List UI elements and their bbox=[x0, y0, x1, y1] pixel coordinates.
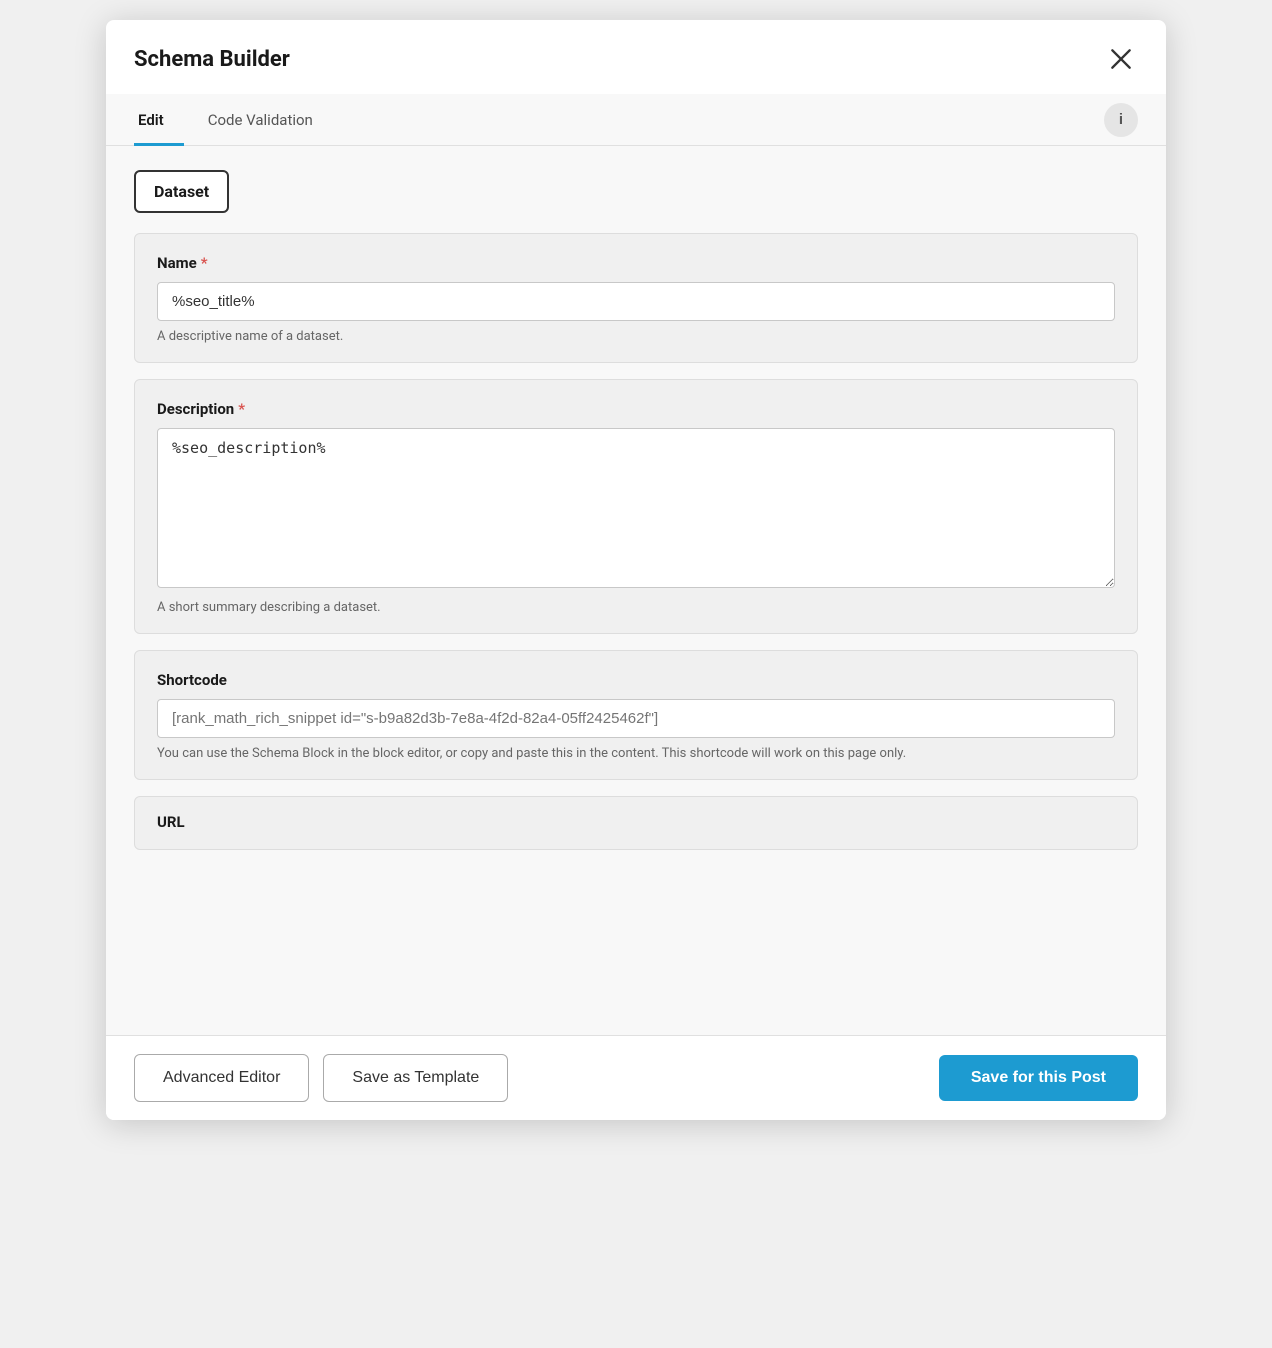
description-label: Description* bbox=[157, 400, 1115, 418]
url-label: URL bbox=[157, 813, 1115, 831]
save-template-button[interactable]: Save as Template bbox=[323, 1054, 508, 1102]
shortcode-label: Shortcode bbox=[157, 671, 1115, 689]
name-label: Name* bbox=[157, 254, 1115, 272]
modal-body: Dataset Name* A descriptive name of a da… bbox=[106, 146, 1166, 1035]
tabs-list: Edit Code Validation bbox=[134, 94, 353, 145]
name-field-card: Name* A descriptive name of a dataset. bbox=[134, 233, 1138, 363]
name-input[interactable] bbox=[157, 282, 1115, 321]
advanced-editor-button[interactable]: Advanced Editor bbox=[134, 1054, 309, 1102]
description-required-star: * bbox=[238, 400, 245, 418]
schema-builder-modal: Schema Builder Edit Code Validation i Da… bbox=[106, 20, 1166, 1120]
modal-title: Schema Builder bbox=[134, 47, 290, 72]
info-icon: i bbox=[1119, 111, 1123, 128]
dataset-selector[interactable]: Dataset bbox=[134, 170, 229, 213]
description-textarea[interactable] bbox=[157, 428, 1115, 588]
shortcode-field-card: Shortcode You can use the Schema Block i… bbox=[134, 650, 1138, 780]
url-field-card: URL bbox=[134, 796, 1138, 850]
modal-footer: Advanced Editor Save as Template Save fo… bbox=[106, 1035, 1166, 1120]
close-button[interactable] bbox=[1104, 42, 1138, 76]
modal-header: Schema Builder bbox=[106, 20, 1166, 94]
name-hint: A descriptive name of a dataset. bbox=[157, 329, 1115, 344]
tab-edit[interactable]: Edit bbox=[134, 95, 184, 146]
description-field-card: Description* A short summary describing … bbox=[134, 379, 1138, 634]
description-hint: A short summary describing a dataset. bbox=[157, 600, 1115, 615]
info-button[interactable]: i bbox=[1104, 103, 1138, 137]
tabs-bar: Edit Code Validation i bbox=[106, 94, 1166, 146]
tab-code-validation[interactable]: Code Validation bbox=[204, 95, 333, 146]
footer-left-buttons: Advanced Editor Save as Template bbox=[134, 1054, 508, 1102]
shortcode-input[interactable] bbox=[157, 699, 1115, 738]
name-required-star: * bbox=[201, 254, 208, 272]
shortcode-hint: You can use the Schema Block in the bloc… bbox=[157, 746, 1115, 761]
save-post-button[interactable]: Save for this Post bbox=[939, 1055, 1138, 1101]
